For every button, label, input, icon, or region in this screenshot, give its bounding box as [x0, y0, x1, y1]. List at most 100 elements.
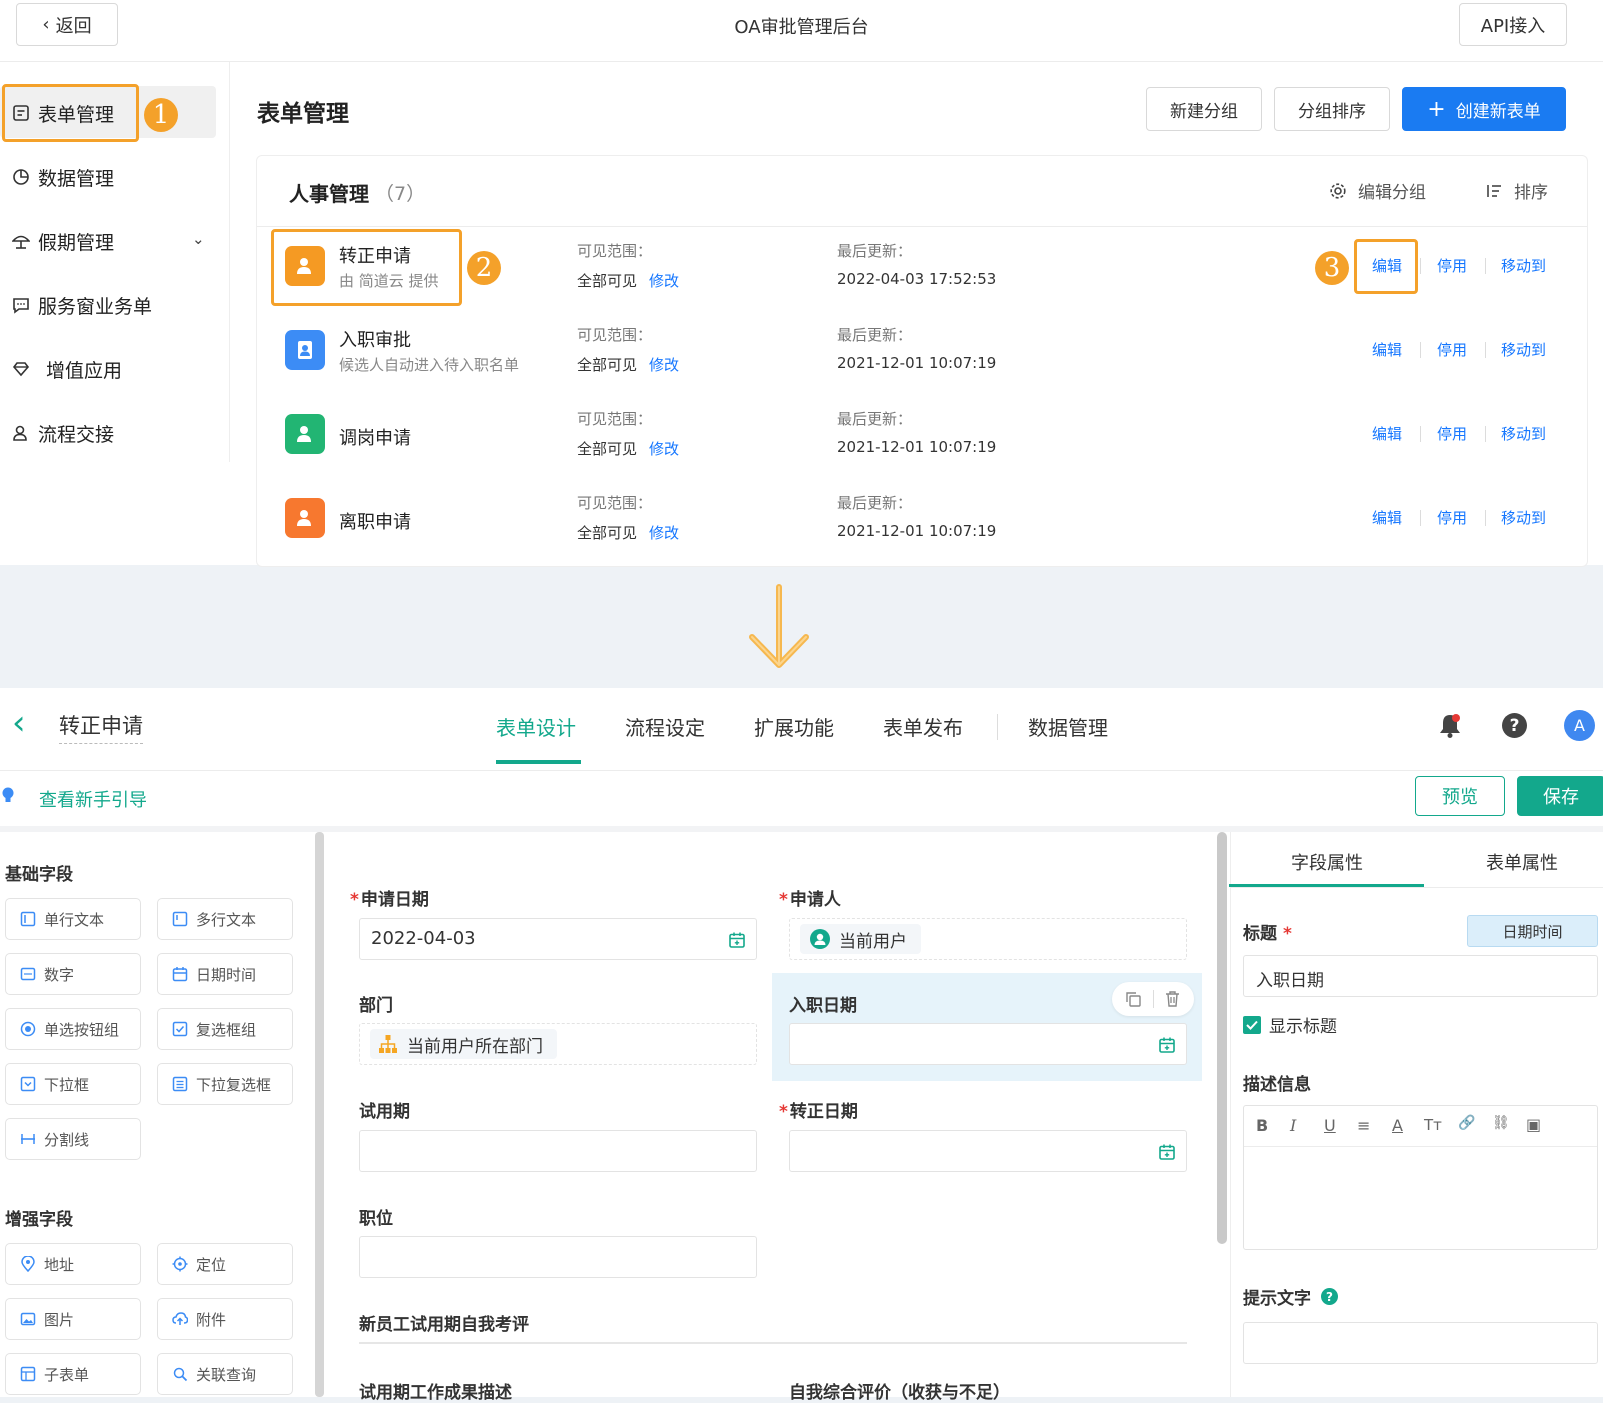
new-group-button[interactable]: 新建分组 [1146, 87, 1262, 131]
dept-input[interactable]: 当前用户所在部门 [359, 1023, 757, 1065]
field-related-query[interactable]: 关联查询 [157, 1353, 293, 1395]
tab-form-props[interactable]: 表单属性 [1486, 849, 1558, 875]
field-number[interactable]: 数字 [5, 953, 141, 995]
unlink-icon[interactable]: ⛓ [1492, 1115, 1510, 1131]
field-single-text[interactable]: 单行文本 [5, 898, 141, 940]
copy-icon[interactable] [1125, 991, 1142, 1008]
help-icon[interactable]: ? [1502, 713, 1527, 738]
checkbox-checked-icon [1243, 1015, 1261, 1034]
form-name[interactable]: 离职申请 [339, 508, 411, 534]
resign-form-icon [285, 498, 325, 538]
field-multi-dropdown[interactable]: 下拉复选框 [157, 1063, 293, 1105]
apply-date-input[interactable]: 2022-04-03 [359, 918, 757, 960]
bulb-icon [2, 787, 14, 805]
title-input[interactable]: 入职日期 [1243, 955, 1598, 997]
action-separator [1420, 258, 1421, 274]
sidebar-item-handover[interactable]: 流程交接 [0, 404, 228, 462]
edit-form-button[interactable]: 编辑 [1372, 339, 1402, 360]
preview-button[interactable]: 预览 [1415, 776, 1505, 816]
modify-scope-link[interactable]: 修改 [649, 270, 679, 291]
modify-scope-link[interactable]: 修改 [649, 438, 679, 459]
sidebar-item-service-orders[interactable]: 服务窗业务单 [0, 276, 228, 334]
sidebar-item-value-added[interactable]: 增值应用 [0, 340, 228, 398]
probation-input[interactable] [359, 1130, 757, 1172]
sort-button[interactable]: 排序 [1485, 178, 1548, 203]
modify-scope-link[interactable]: 修改 [649, 522, 679, 543]
applicant-input[interactable]: 当前用户 [789, 918, 1187, 960]
tab-data-manage[interactable]: 数据管理 [1028, 712, 1108, 741]
desc-label: 描述信息 [1243, 1075, 1311, 1095]
insert-image-icon[interactable]: ▣ [1526, 1115, 1541, 1134]
desc-editor[interactable]: B I U ≡ A Tт 🔗 ⛓ ▣ [1243, 1105, 1598, 1250]
map-pin-icon [21, 1256, 35, 1272]
scope-value: 全部可见 [577, 272, 638, 290]
underline-icon[interactable]: U [1324, 1116, 1336, 1135]
bold-icon[interactable]: B [1256, 1116, 1268, 1135]
canvas-scrollbar[interactable] [1217, 832, 1227, 1244]
field-attachment[interactable]: 附件 [157, 1298, 293, 1340]
calendar-icon [729, 932, 745, 948]
field-divider[interactable]: 分割线 [5, 1118, 141, 1160]
font-color-icon[interactable]: A [1392, 1116, 1403, 1135]
edit-form-button[interactable]: 编辑 [1372, 423, 1402, 444]
italic-icon[interactable]: I [1290, 1116, 1296, 1135]
field-multi-text[interactable]: 多行文本 [157, 898, 293, 940]
field-subform[interactable]: 子表单 [5, 1353, 141, 1395]
move-form-button[interactable]: 移动到 [1501, 423, 1546, 444]
hint-label-row: 提示文字 ? [1243, 1284, 1338, 1309]
regular-date-input[interactable] [789, 1130, 1187, 1172]
trash-icon[interactable] [1164, 990, 1181, 1008]
tab-form-design[interactable]: 表单设计 [496, 712, 576, 741]
save-button[interactable]: 保存 [1517, 776, 1603, 816]
field-radio-group[interactable]: 单选按钮组 [5, 1008, 141, 1050]
show-title-checkbox[interactable]: 显示标题 [1243, 1012, 1337, 1037]
sort-group-button[interactable]: 分组排序 [1274, 87, 1390, 131]
designer-form-title[interactable]: 转正申请 [59, 710, 143, 744]
move-form-button[interactable]: 移动到 [1501, 339, 1546, 360]
field-dropdown[interactable]: 下拉框 [5, 1063, 141, 1105]
link-search-icon [173, 1367, 188, 1382]
hint-input[interactable] [1243, 1322, 1598, 1364]
entry-date-input[interactable] [789, 1023, 1187, 1065]
link-icon[interactable]: 🔗 [1458, 1115, 1475, 1131]
help-circle-icon[interactable]: ? [1321, 1288, 1338, 1305]
action-separator [1485, 426, 1486, 442]
form-name[interactable]: 入职审批 [339, 326, 411, 352]
sidebar-item-leave-manage[interactable]: 假期管理 ⌄ [0, 212, 228, 270]
field-datetime[interactable]: 日期时间 [157, 953, 293, 995]
tab-field-props[interactable]: 字段属性 [1291, 849, 1363, 875]
tab-process[interactable]: 流程设定 [625, 712, 705, 741]
api-button[interactable]: API接入 [1459, 3, 1567, 46]
edit-group-button[interactable]: 编辑分组 [1329, 178, 1426, 203]
back-arrow-icon[interactable]: ‹ [12, 706, 26, 740]
move-form-button[interactable]: 移动到 [1501, 255, 1546, 276]
edit-form-button[interactable]: 编辑 [1372, 507, 1402, 528]
disable-form-button[interactable]: 停用 [1437, 339, 1467, 360]
field-checkbox-group[interactable]: 复选框组 [157, 1008, 293, 1050]
bell-icon[interactable] [1438, 713, 1462, 739]
position-input[interactable] [359, 1236, 757, 1278]
guide-link[interactable]: 查看新手引导 [39, 786, 147, 812]
field-address[interactable]: 地址 [5, 1243, 141, 1285]
field-label: 地址 [44, 1255, 75, 1274]
form-name[interactable]: 调岗申请 [339, 424, 411, 450]
field-image[interactable]: 图片 [5, 1298, 141, 1340]
disable-form-button[interactable]: 停用 [1437, 423, 1467, 444]
palette-scrollbar[interactable] [315, 832, 324, 1397]
tab-extensions[interactable]: 扩展功能 [754, 712, 834, 741]
move-form-button[interactable]: 移动到 [1501, 507, 1546, 528]
sidebar-item-data-manage[interactable]: 数据管理 [0, 148, 228, 206]
disable-form-button[interactable]: 停用 [1437, 507, 1467, 528]
create-form-button[interactable]: + 创建新表单 [1402, 87, 1566, 131]
entry-form-icon [285, 330, 325, 370]
font-size-icon[interactable]: Tт [1424, 1116, 1442, 1134]
plus-icon: + [1427, 96, 1446, 122]
field-location[interactable]: 定位 [157, 1243, 293, 1285]
tab-publish[interactable]: 表单发布 [883, 712, 963, 741]
avatar[interactable]: A [1564, 710, 1595, 741]
multi-text-icon [172, 911, 188, 927]
align-icon[interactable]: ≡ [1357, 1116, 1370, 1135]
modify-scope-link[interactable]: 修改 [649, 354, 679, 375]
disable-form-button[interactable]: 停用 [1437, 255, 1467, 276]
chevron-down-icon: ⌄ [192, 230, 205, 248]
